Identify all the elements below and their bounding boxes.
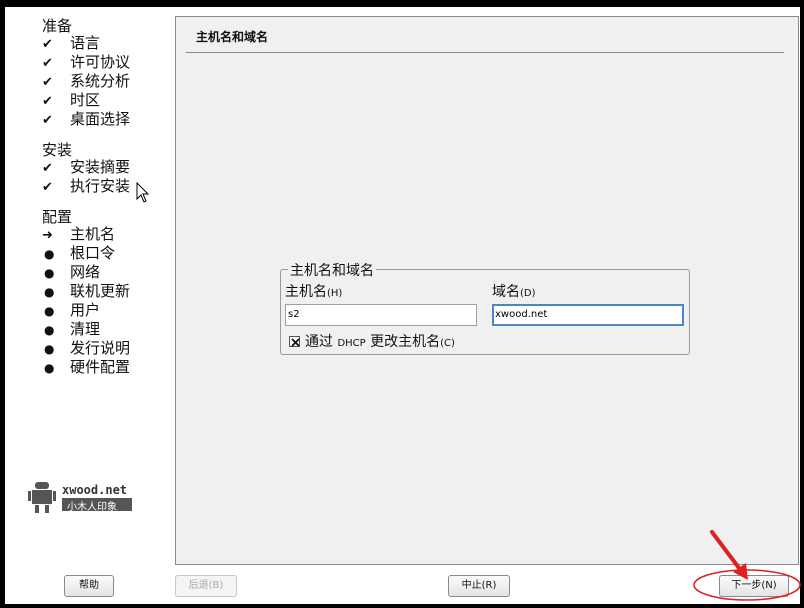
- annotation-overlay: [693, 530, 801, 601]
- arrow-shaft: [710, 530, 744, 574]
